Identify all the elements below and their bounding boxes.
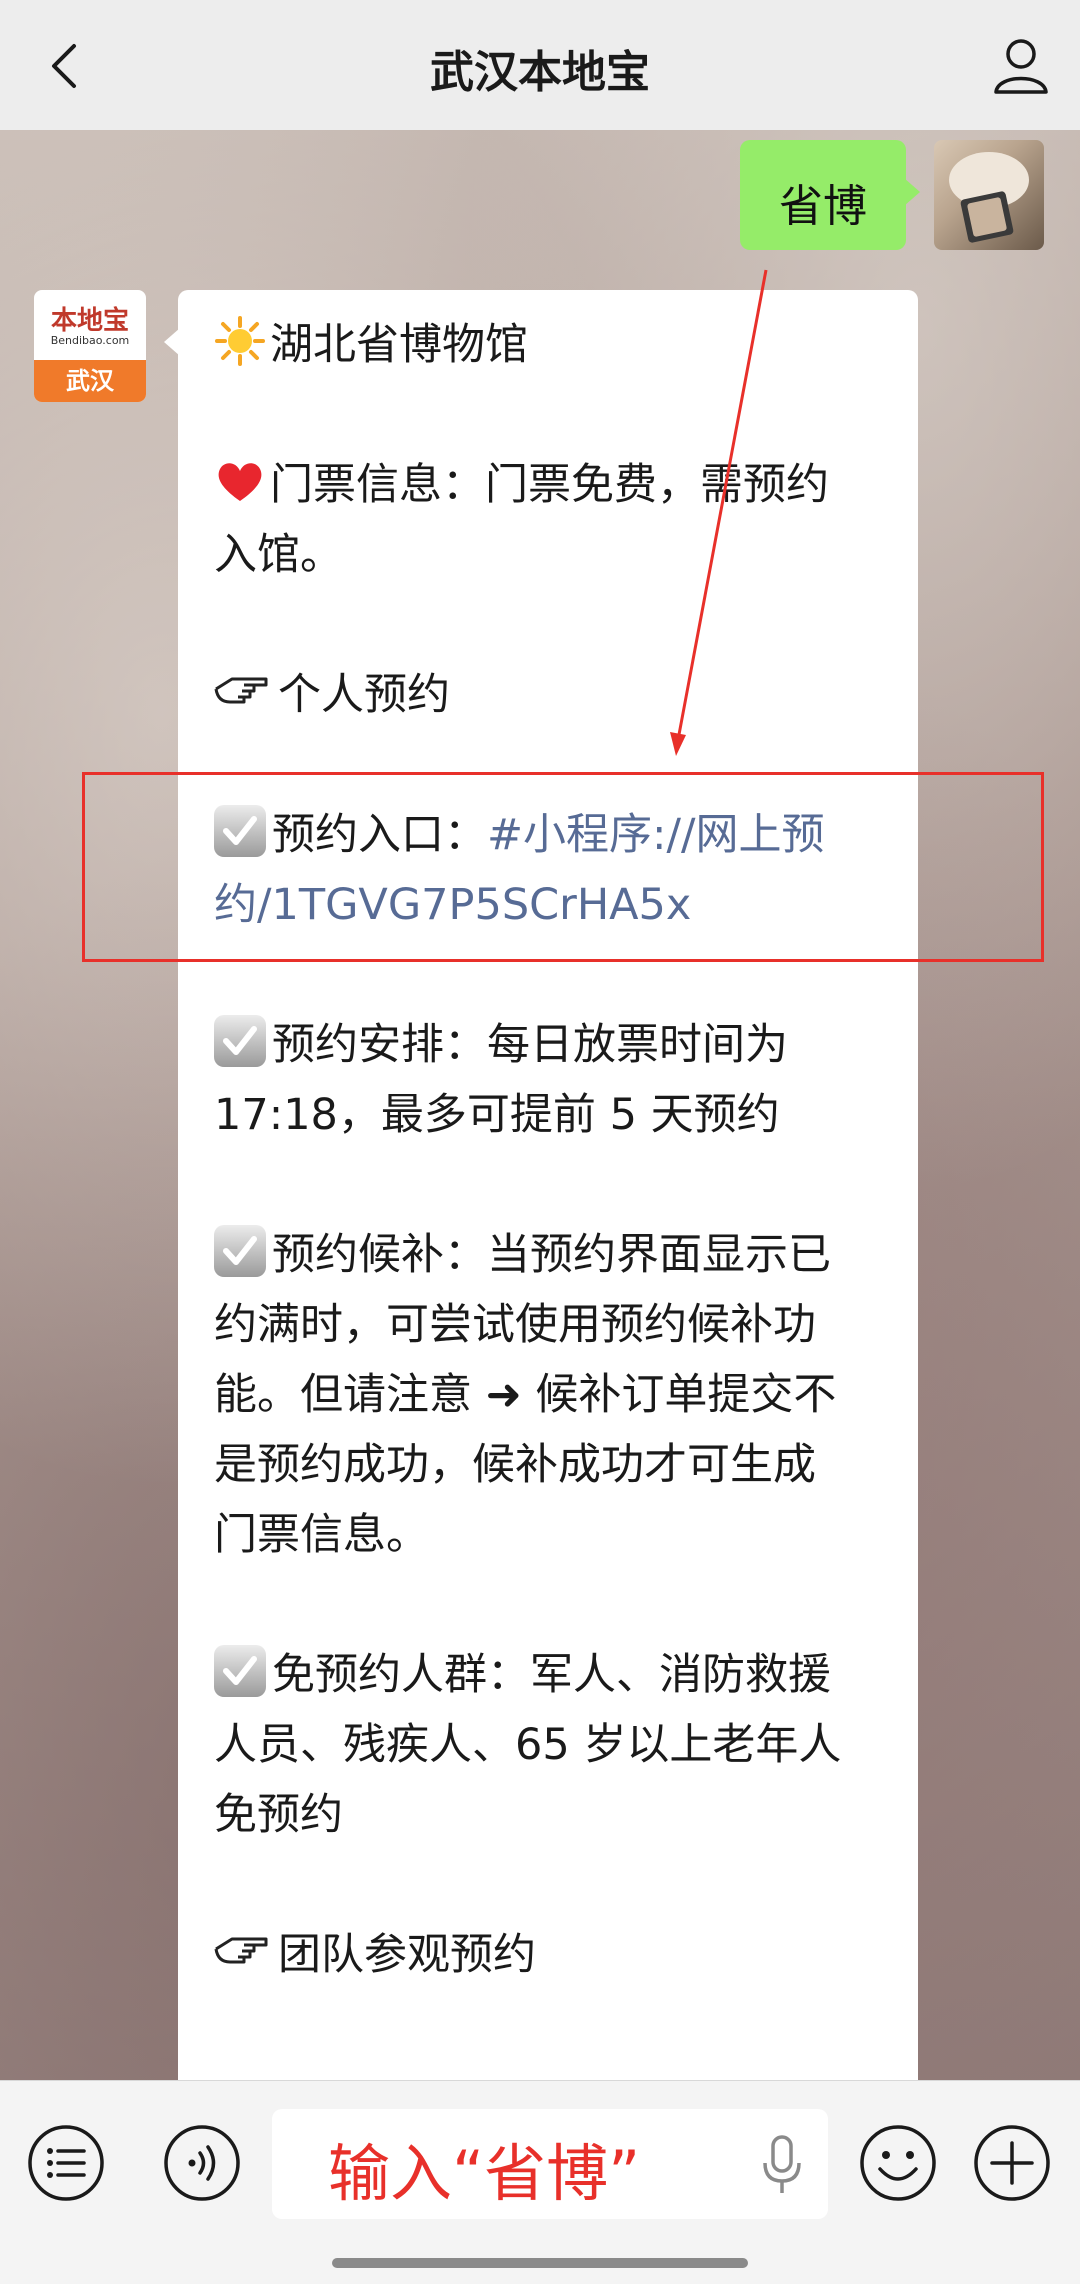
input-toolbar: 输入“省博” [0, 2080, 1080, 2284]
microphone-icon[interactable] [760, 2135, 804, 2195]
emoji-icon[interactable] [858, 2123, 938, 2203]
annotation-arrow [670, 269, 768, 756]
voice-icon[interactable] [162, 2123, 242, 2203]
home-indicator[interactable] [332, 2258, 748, 2268]
message-input[interactable]: 输入“省博” [272, 2109, 828, 2219]
menu-list-icon[interactable] [26, 2123, 106, 2203]
plus-icon[interactable] [972, 2123, 1052, 2203]
input-hint: 输入“省博” [328, 2137, 641, 2210]
